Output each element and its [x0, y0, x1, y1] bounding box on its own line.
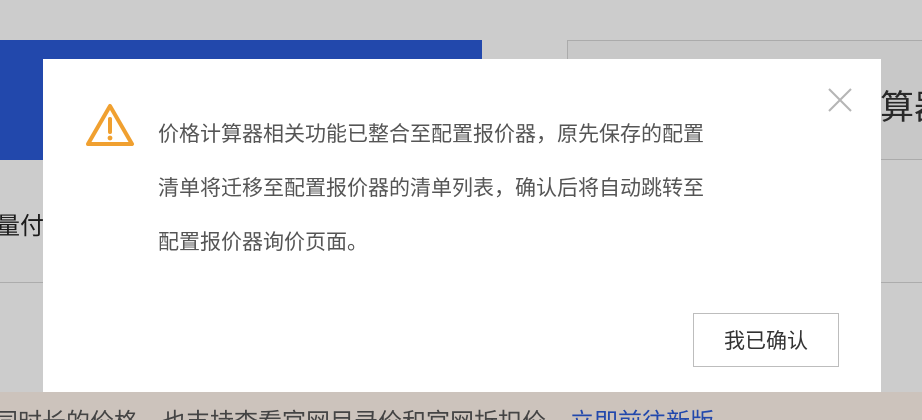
- warning-triangle-icon: [86, 104, 134, 146]
- dialog-message-line: 配置报价器询价页面。: [158, 230, 368, 254]
- confirm-button[interactable]: 我已确认: [693, 313, 839, 367]
- dialog-message: 价格计算器相关功能已整合至配置报价器，原先保存的配置 清单将迁移至配置报价器的清…: [158, 107, 798, 269]
- dialog-message-line: 价格计算器相关功能已整合至配置报价器，原先保存的配置: [158, 122, 704, 146]
- notice-dialog: 价格计算器相关功能已整合至配置报价器，原先保存的配置 清单将迁移至配置报价器的清…: [43, 59, 881, 392]
- close-icon[interactable]: [825, 85, 855, 115]
- page: 算器 量付 同时长的价格，也支持查看官网目录价和官网折扣价。立即前往新版 价格计…: [0, 0, 922, 420]
- dialog-message-line: 清单将迁移至配置报价器的清单列表，确认后将自动跳转至: [158, 176, 704, 200]
